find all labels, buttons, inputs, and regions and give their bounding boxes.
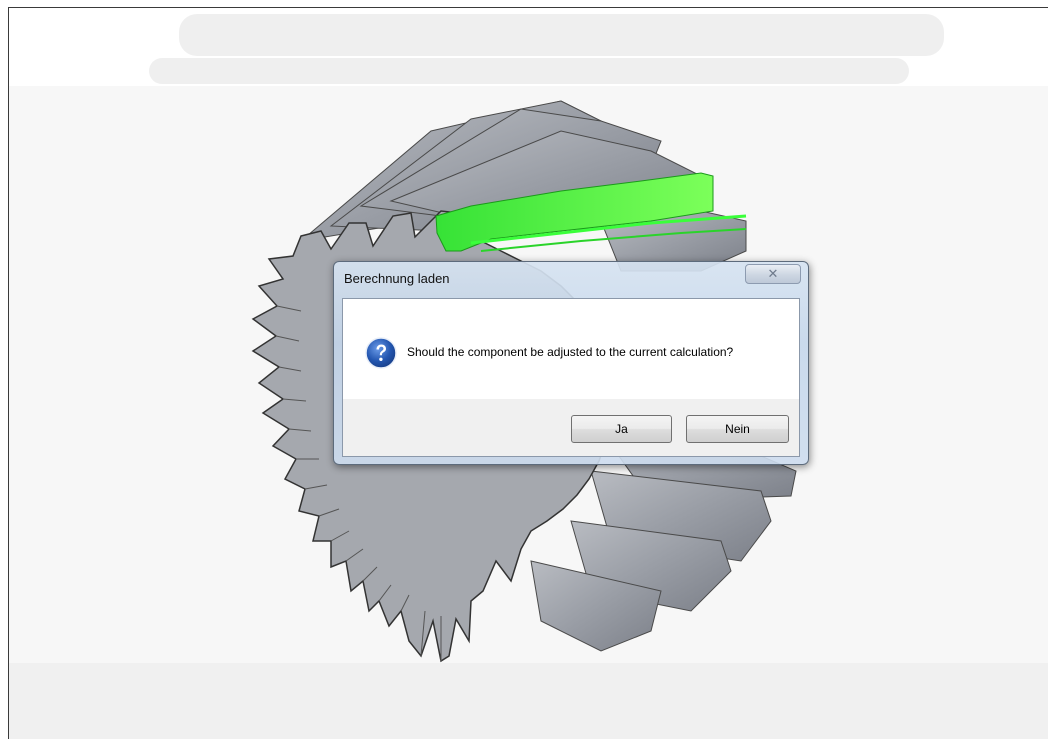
- message-dialog: Berechnung laden ✕ Should the component …: [333, 261, 809, 465]
- viewport-canvas[interactable]: Berechnung laden ✕ Should the component …: [8, 7, 1048, 739]
- question-icon: [365, 337, 397, 369]
- yes-button[interactable]: Ja: [571, 415, 672, 443]
- close-button[interactable]: ✕: [745, 264, 801, 284]
- no-button[interactable]: Nein: [686, 415, 789, 443]
- dialog-message-panel: Should the component be adjusted to the …: [343, 299, 799, 399]
- dialog-title: Berechnung laden: [344, 271, 450, 286]
- dialog-client-area: Should the component be adjusted to the …: [342, 298, 800, 457]
- dialog-message: Should the component be adjusted to the …: [407, 345, 734, 359]
- close-icon: ✕: [767, 266, 779, 282]
